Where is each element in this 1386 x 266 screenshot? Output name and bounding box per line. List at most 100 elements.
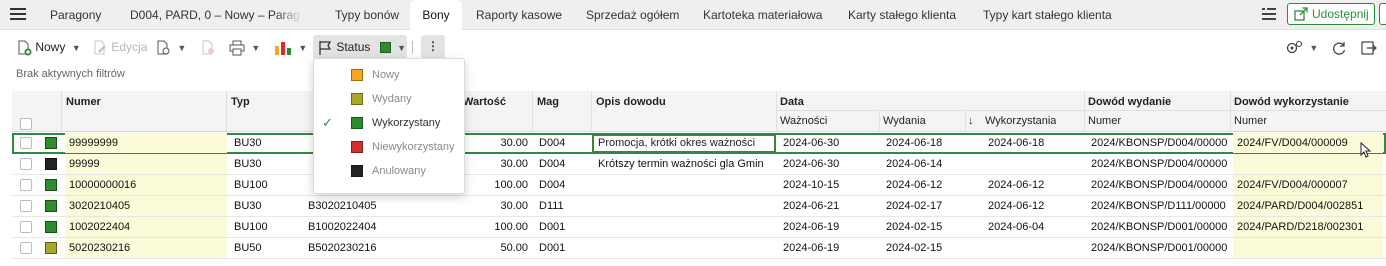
col-wydania[interactable]: Wydania <box>883 115 926 127</box>
cell-kod[interactable]: B5020230216 <box>304 238 454 258</box>
table-row[interactable]: 99999 BU30 30.00 D004 Krótszy termin waż… <box>12 154 1386 175</box>
row-checkbox[interactable] <box>20 158 32 170</box>
status-button[interactable]: Status ▼ <box>313 35 407 59</box>
cell-numer[interactable]: 10000000016 <box>65 175 227 195</box>
select-all-checkbox[interactable] <box>20 118 32 130</box>
cell-waznosci[interactable]: 2024-10-15 <box>779 175 879 195</box>
cell-dowod-wydanie[interactable]: 2024/KBONSP/D004/00000 <box>1087 154 1230 174</box>
cell-dowod-wydanie[interactable]: 2024/KBONSP/D001/00000 <box>1087 217 1230 237</box>
share-extra-button[interactable] <box>1379 3 1386 25</box>
tab-typy-kart[interactable]: Typy kart stałego klienta <box>983 0 1113 30</box>
tab-kartoteka-materialowa[interactable]: Kartoteka materiałowa <box>703 0 827 30</box>
cell-mag[interactable]: D001 <box>535 217 591 237</box>
cell-mag[interactable]: D001 <box>535 238 591 258</box>
status-option-wykorzystany[interactable]: ✓ Wykorzystany <box>314 111 466 135</box>
col-dowod-wydanie-numer[interactable]: Numer <box>1088 115 1121 127</box>
cell-wartosc[interactable]: 30.00 <box>458 154 532 174</box>
share-button[interactable]: Udostępnij <box>1287 3 1375 25</box>
cell-wykorzystania[interactable] <box>984 154 1084 174</box>
cell-wydania[interactable]: 2024-06-14 <box>882 154 965 174</box>
cell-mag[interactable]: D004 <box>535 175 591 195</box>
cell-waznosci[interactable]: 2024-06-30 <box>779 133 879 153</box>
filter-list-icon[interactable] <box>1261 6 1277 22</box>
cell-opis[interactable] <box>594 175 776 195</box>
col-numer[interactable]: Numer <box>66 96 101 108</box>
table-row[interactable]: 1002022404 BU100 B1002022404 100.00 D001… <box>12 217 1386 238</box>
status-option-niewykorzystany[interactable]: Niewykorzystany <box>314 135 466 159</box>
cell-waznosci[interactable]: 2024-06-30 <box>779 154 879 174</box>
row-checkbox[interactable] <box>20 221 32 233</box>
delete-button[interactable] <box>200 35 216 59</box>
cell-wykorzystania[interactable]: 2024-06-04 <box>984 217 1084 237</box>
tab-typy-bonow[interactable]: Typy bonów <box>335 0 405 30</box>
print-button[interactable]: ▼ <box>229 35 260 59</box>
status-option-nowy[interactable]: Nowy <box>314 63 466 87</box>
export-button[interactable] <box>1361 35 1377 59</box>
cell-kod[interactable]: B3020210405 <box>304 196 454 216</box>
col-wartosc[interactable]: Wartość <box>463 96 506 108</box>
cell-wartosc[interactable]: 100.00 <box>458 175 532 195</box>
cell-typ[interactable]: BU50 <box>230 238 304 258</box>
chart-button[interactable]: ▼ <box>274 35 307 59</box>
col-wykorzystania[interactable]: Wykorzystania <box>985 115 1056 127</box>
col-typ[interactable]: Typ <box>231 96 250 108</box>
tab-paragon-d004[interactable]: D004, PARD, 0 – Nowy – Paragony <box>130 0 302 30</box>
cell-numer[interactable]: 3020210405 <box>65 196 227 216</box>
cell-wartosc[interactable]: 50.00 <box>458 238 532 258</box>
cell-typ[interactable]: BU100 <box>230 217 304 237</box>
cell-wykorzystania[interactable]: 2024-06-18 <box>984 133 1084 153</box>
col-dowod-wykorzystanie-numer[interactable]: Numer <box>1234 115 1267 127</box>
cell-wydania[interactable]: 2024-02-17 <box>882 196 965 216</box>
cell-mag[interactable]: D004 <box>535 133 591 153</box>
tab-sprzedaz-ogolem[interactable]: Sprzedaż ogółem <box>586 0 686 30</box>
cell-wykorzystania[interactable]: 2024-06-12 <box>984 196 1084 216</box>
cell-wartosc[interactable]: 30.00 <box>458 133 532 153</box>
cell-mag[interactable]: D004 <box>535 154 591 174</box>
cell-opis[interactable] <box>594 196 776 216</box>
cell-wydania[interactable]: 2024-06-18 <box>882 133 965 153</box>
cell-waznosci[interactable]: 2024-06-19 <box>779 238 879 258</box>
cell-dowod-wykorzystanie[interactable]: 2024/PARD/D004/002851 <box>1233 196 1383 216</box>
more-options-button[interactable]: ⋮ <box>421 35 445 59</box>
table-row[interactable]: 3020210405 BU30 B3020210405 30.00 D111 2… <box>12 196 1386 217</box>
row-checkbox[interactable] <box>20 242 32 254</box>
cell-dowod-wydanie[interactable]: 2024/KBONSP/D004/00000 <box>1087 133 1230 153</box>
row-checkbox[interactable] <box>20 137 32 149</box>
cell-waznosci[interactable]: 2024-06-21 <box>779 196 879 216</box>
status-option-anulowany[interactable]: Anulowany <box>314 159 466 183</box>
col-opis-dowodu[interactable]: Opis dowodu <box>596 96 666 108</box>
cell-dowod-wydanie[interactable]: 2024/KBONSP/D001/00000 <box>1087 238 1230 258</box>
menu-icon[interactable] <box>10 8 26 20</box>
cell-dowod-wykorzystanie[interactable] <box>1233 238 1383 258</box>
cell-opis[interactable] <box>594 238 776 258</box>
table-row[interactable]: 99999999 BU30 30.00 D004 Promocja, krótk… <box>12 133 1386 154</box>
cell-opis[interactable] <box>594 217 776 237</box>
tab-raporty-kasowe[interactable]: Raporty kasowe <box>476 0 566 30</box>
col-waznosci[interactable]: Ważności <box>780 115 827 127</box>
tab-bony[interactable]: Bony <box>410 0 462 31</box>
row-checkbox[interactable] <box>20 179 32 191</box>
cell-mag[interactable]: D111 <box>535 196 591 216</box>
cell-dowod-wydanie[interactable]: 2024/KBONSP/D111/00000 <box>1087 196 1230 216</box>
cell-numer[interactable]: 99999 <box>65 154 227 174</box>
cell-numer[interactable]: 99999999 <box>65 133 227 153</box>
cell-numer[interactable]: 5020230216 <box>65 238 227 258</box>
refresh-button[interactable] <box>1331 35 1347 59</box>
table-row[interactable]: 10000000016 BU100 100.00 D004 2024-10-15… <box>12 175 1386 196</box>
cell-opis[interactable]: Krótszy termin ważności gla Gmin <box>594 154 776 174</box>
cell-dowod-wykorzystanie[interactable]: 2024/PARD/D218/002301 <box>1233 217 1383 237</box>
settings-menu-button[interactable]: ▼ <box>1285 35 1318 59</box>
cell-wykorzystania[interactable]: 2024-06-12 <box>984 175 1084 195</box>
col-mag[interactable]: Mag <box>537 96 559 108</box>
cell-wydania[interactable]: 2024-02-15 <box>882 238 965 258</box>
cell-dowod-wykorzystanie[interactable]: 2024/FV/D004/000007 <box>1233 175 1383 195</box>
row-checkbox[interactable] <box>20 200 32 212</box>
cell-wartosc[interactable]: 30.00 <box>458 196 532 216</box>
table-row[interactable]: 5020230216 BU50 B5020230216 50.00 D001 2… <box>12 238 1386 259</box>
tab-paragony[interactable]: Paragony <box>50 0 110 30</box>
opis-edit-input[interactable]: Promocja, krótki okres ważności <box>592 134 776 153</box>
edit-button[interactable]: Edycja <box>92 35 147 59</box>
cell-dowod-wydanie[interactable]: 2024/KBONSP/D004/00000 <box>1087 175 1230 195</box>
document-menu-button[interactable]: ▼ <box>155 35 186 59</box>
cell-wykorzystania[interactable] <box>984 238 1084 258</box>
